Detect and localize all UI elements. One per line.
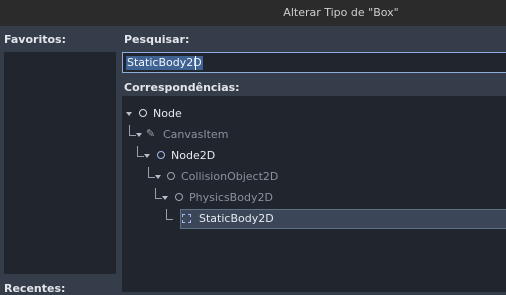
search-input-value: StaticBody2D [126, 56, 203, 70]
matches-label: Correspondências: [124, 81, 240, 94]
text-caret [195, 56, 196, 70]
canvasitem-pencil-icon: ✎ [146, 127, 156, 140]
tree-item-label: StaticBody2D [199, 212, 274, 225]
dialog-title: Alterar Tipo de "Box" [283, 6, 399, 19]
favorites-label: Favoritos: [4, 33, 66, 46]
favorites-list[interactable] [4, 52, 116, 274]
node-circle-icon [139, 109, 147, 117]
tree-item-node2d[interactable]: Node2D [122, 146, 506, 166]
chevron-down-icon[interactable] [126, 112, 132, 116]
tree-guide-line [129, 125, 136, 136]
chevron-down-icon[interactable] [144, 154, 150, 158]
node2d-circle-icon [157, 151, 165, 159]
tree-guide-line [155, 188, 162, 199]
search-input[interactable]: StaticBody2D [122, 52, 506, 73]
recent-label: Recentes: [4, 282, 66, 295]
staticbody2d-box-icon [182, 214, 191, 223]
tree-guide-line [137, 146, 144, 157]
tree-item-physicsbody2d[interactable]: PhysicsBody2D [122, 188, 506, 208]
tree-item-staticbody2d[interactable]: StaticBody2D [122, 209, 506, 229]
tree-item-node[interactable]: Node [122, 104, 506, 124]
physicsbody2d-circle-icon [175, 193, 183, 201]
tree-item-label: PhysicsBody2D [189, 191, 273, 204]
tree-item-canvasitem[interactable]: ✎ CanvasItem [122, 125, 506, 145]
tree-item-collisionobject2d[interactable]: CollisionObject2D [122, 167, 506, 187]
tree-item-label: CollisionObject2D [181, 170, 279, 183]
tree-item-label: Node2D [171, 149, 216, 162]
tree-item-label: CanvasItem [163, 128, 229, 141]
chevron-down-icon[interactable] [162, 196, 168, 200]
tree-guide-line [148, 167, 155, 178]
search-label: Pesquisar: [124, 33, 190, 46]
collisionobject2d-circle-icon [167, 172, 175, 180]
dialog-titlebar: Alterar Tipo de "Box" [0, 0, 506, 26]
tree-item-label: Node [153, 107, 182, 120]
chevron-down-icon[interactable] [155, 175, 161, 179]
tree-guide-line [166, 209, 173, 220]
chevron-down-icon[interactable] [136, 133, 142, 137]
